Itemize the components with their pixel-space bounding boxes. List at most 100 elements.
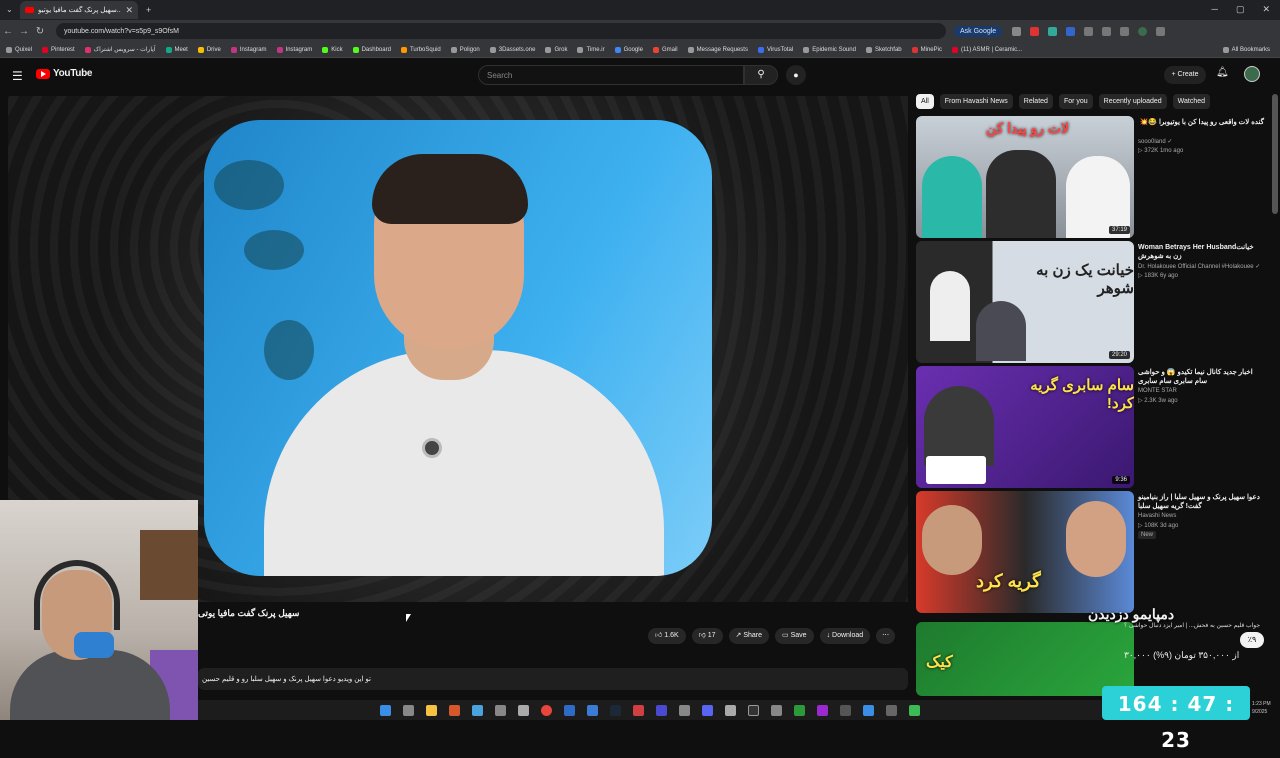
bookmark-item[interactable]: Google — [614, 46, 643, 53]
chip-recently-uploaded[interactable]: Recently uploaded — [1098, 94, 1167, 109]
bookmark-item[interactable]: Grok — [545, 46, 567, 53]
video-thumbnail[interactable]: لات رو پیدا کن 37:19 — [916, 116, 1134, 238]
save-button[interactable]: ▭ Save — [775, 628, 814, 644]
recommendation-title[interactable]: Woman Betrays Her Husbandخیانت زن به شوه… — [1138, 243, 1264, 261]
bookmark-item[interactable]: Message Requests — [687, 46, 748, 53]
bookmark-item[interactable]: Dashboard — [352, 46, 391, 53]
bookmark-item[interactable]: Sketchfab — [865, 46, 902, 53]
recommendation-title[interactable]: گنده لات واقعی رو پیدا کن با یوتیوبرا 😂💥 — [1138, 118, 1264, 127]
app-icon[interactable] — [633, 704, 644, 716]
recommendation-item[interactable]: گریه کرد دعوا سهیل پرنک و سهیل سلبا | را… — [916, 491, 1266, 616]
file-explorer-icon[interactable] — [426, 704, 437, 716]
search-taskbar-icon[interactable] — [449, 704, 460, 716]
bookmark-item[interactable]: 3Dassets.one — [489, 46, 535, 53]
app-icon[interactable] — [587, 704, 598, 716]
search-icon[interactable]: ⚲ — [744, 65, 778, 85]
tab-search-icon[interactable]: ⌄ — [6, 5, 13, 14]
kebab-menu-icon[interactable] — [1156, 26, 1166, 36]
app-icon[interactable] — [863, 704, 874, 716]
reload-icon[interactable]: ↻ — [32, 26, 48, 37]
bookmark-item[interactable]: Pinterest — [42, 46, 75, 53]
bookmark-item[interactable]: (11) ASMR | Ceramic... — [951, 46, 1022, 53]
recommendation-channel[interactable]: MONTE STAR — [1138, 388, 1177, 394]
video-thumbnail[interactable]: خیانت یک زن به شوهر 29:20 — [916, 241, 1134, 363]
more-actions-icon[interactable]: ⋯ — [876, 628, 896, 644]
bookmark-item[interactable]: Meet — [165, 46, 188, 53]
recommendation-channel[interactable]: Dr. Holakouee Official Channel #Holakoue… — [1138, 263, 1260, 270]
recommendation-channel[interactable]: Havashi News — [1138, 513, 1176, 519]
share-button[interactable]: ↗ Share — [728, 628, 770, 644]
recommendation-title[interactable]: اخبار جدید کانال نیما تکیدو 😱 و حواشی سا… — [1138, 368, 1264, 386]
download-button[interactable]: ↓ Download — [819, 628, 871, 644]
task-view-icon[interactable] — [403, 704, 414, 716]
new-tab-button[interactable]: + — [146, 5, 151, 15]
bookmark-item[interactable]: Poligon — [450, 46, 480, 53]
video-thumbnail[interactable]: گریه کرد — [916, 491, 1134, 613]
chip-related[interactable]: Related — [1018, 94, 1053, 109]
app-icon[interactable] — [679, 704, 690, 716]
bookmark-item[interactable]: Instagram — [230, 46, 267, 53]
bookmark-item[interactable]: Gmail — [652, 46, 678, 53]
obs-icon[interactable] — [748, 704, 759, 716]
youtube-logo[interactable]: YouTube — [36, 68, 93, 79]
extension-icon[interactable] — [1084, 26, 1094, 36]
app-icon[interactable] — [656, 704, 667, 716]
microphone-icon[interactable]: ● — [786, 65, 806, 85]
rider-icon[interactable] — [817, 704, 828, 716]
avatar[interactable] — [1244, 66, 1260, 82]
chip-all[interactable]: All — [916, 94, 934, 109]
search-input[interactable]: Search — [478, 65, 744, 85]
window-close-icon[interactable]: ✕ — [1262, 4, 1270, 15]
bookmark-item[interactable]: آپارات - سرویس اشتراک — [84, 46, 156, 53]
bookmark-item[interactable]: VirusTotal — [757, 46, 793, 53]
star-icon[interactable] — [1012, 26, 1022, 36]
bookmark-item[interactable]: Instagram — [276, 46, 312, 53]
chip-for-you[interactable]: For you — [1058, 94, 1093, 109]
bookmark-item[interactable]: TurboSquid — [400, 46, 441, 53]
puzzle-icon[interactable] — [1120, 26, 1130, 36]
close-icon[interactable]: ✕ — [125, 5, 133, 16]
hamburger-menu-icon[interactable]: ☰ — [12, 69, 23, 83]
video-description[interactable]: تو این ویدیو دعوا سهیل پرنک و سهیل سلبا … — [198, 668, 908, 690]
forward-icon[interactable]: → — [16, 26, 32, 37]
extension-icon[interactable] — [1066, 26, 1076, 36]
extension-icon[interactable] — [1102, 26, 1112, 36]
ask-google-button[interactable]: Ask Google — [954, 25, 1003, 37]
page-scrollbar[interactable] — [1272, 94, 1278, 214]
recommendation-channel[interactable]: sooo0land ✓ — [1138, 138, 1172, 145]
video-thumbnail[interactable]: کیک — [916, 622, 1134, 696]
bookmark-item[interactable]: Time.ir — [577, 46, 605, 53]
app-icon[interactable] — [472, 704, 483, 716]
settings-icon[interactable] — [495, 704, 506, 716]
taskbar-clock[interactable]: 1:23 PM 9/2025 — [1252, 700, 1271, 716]
extension-icon[interactable] — [1048, 26, 1058, 36]
bookmark-item[interactable]: Drive — [197, 46, 221, 53]
profile-icon[interactable] — [1138, 26, 1148, 36]
url-field[interactable]: youtube.com/watch?v=s5p9_s9OfsM — [56, 23, 946, 39]
app-icon[interactable] — [518, 704, 529, 716]
app-icon[interactable] — [794, 704, 805, 716]
recommendation-item[interactable]: سام سابری گریه کرد! 9:36 اخبار جدید کانا… — [916, 366, 1266, 491]
browser-tab[interactable]: سهیل پرنک گفت مافیا یوتیو... ✕ — [20, 1, 138, 19]
extension-icon[interactable] — [1030, 26, 1040, 36]
chip-watched[interactable]: Watched — [1172, 94, 1211, 109]
app-icon[interactable] — [771, 704, 782, 716]
dislike-button[interactable]: 👎︎ 17 — [691, 628, 723, 644]
bookmark-item[interactable]: Epidemic Sound — [803, 46, 856, 53]
wordpad-icon[interactable] — [564, 704, 575, 716]
chrome-icon[interactable] — [541, 704, 552, 716]
maximize-icon[interactable]: ▢ — [1236, 4, 1245, 15]
recommendation-item[interactable]: خیانت یک زن به شوهر 29:20 Woman Betrays … — [916, 241, 1266, 366]
bell-icon[interactable]: 🔔︎ — [1216, 67, 1229, 78]
app-icon[interactable] — [886, 704, 897, 716]
minimize-icon[interactable]: ─ — [1212, 4, 1218, 15]
create-button[interactable]: + Create — [1164, 66, 1206, 84]
windows-start-icon[interactable] — [380, 704, 391, 716]
steam-icon[interactable] — [610, 704, 621, 716]
bookmark-item[interactable]: MinePic — [911, 46, 942, 53]
recommendation-title[interactable]: دعوا سهیل پرنک و سهیل سلبا | راز بنیامین… — [1138, 493, 1264, 511]
bookmark-item[interactable]: Kick — [322, 46, 343, 53]
back-icon[interactable]: ← — [0, 26, 16, 37]
chip-from-channel[interactable]: From Havashi News — [939, 94, 1013, 109]
bookmark-item[interactable]: Quixel — [6, 46, 32, 53]
